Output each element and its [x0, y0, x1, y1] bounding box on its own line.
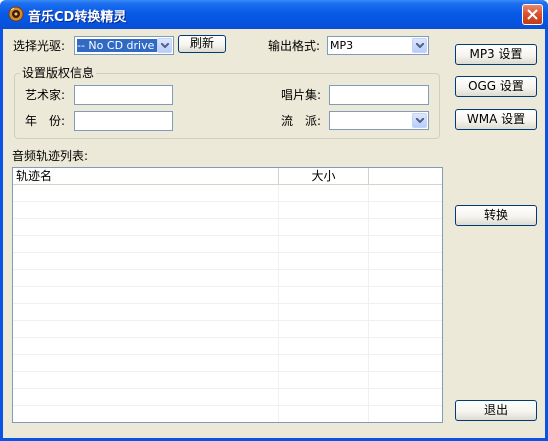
format-select[interactable]: MP3	[327, 36, 429, 55]
app-window: 音乐CD转换精灵 选择光驱: -- No CD drive -- 刷新 输出格式…	[0, 0, 548, 441]
format-dropdown-button[interactable]	[412, 38, 427, 53]
track-list-body[interactable]	[13, 185, 442, 422]
drive-select-value: -- No CD drive --	[77, 37, 157, 54]
close-icon	[527, 9, 538, 20]
row-gridline	[13, 320, 442, 321]
row-gridline	[13, 405, 442, 406]
artist-input[interactable]	[74, 85, 173, 105]
row-gridline	[13, 337, 442, 338]
year-input[interactable]	[74, 111, 173, 131]
ogg-settings-button[interactable]: OGG 设置	[455, 76, 537, 97]
close-button[interactable]	[522, 4, 543, 25]
row-gridline	[13, 388, 442, 389]
genre-label: 流 派:	[281, 114, 322, 128]
wma-settings-button[interactable]: WMA 设置	[455, 109, 537, 130]
track-list-header: 轨迹名 大小	[13, 168, 442, 185]
format-label: 输出格式:	[268, 39, 321, 53]
drive-select[interactable]: -- No CD drive --	[74, 36, 174, 55]
track-list-label: 音频轨迹列表:	[12, 149, 89, 163]
row-gridline	[13, 371, 442, 372]
track-list[interactable]: 轨迹名 大小	[12, 167, 443, 423]
chevron-down-icon	[416, 43, 424, 48]
drive-dropdown-button[interactable]	[157, 38, 172, 53]
chevron-down-icon	[161, 43, 169, 48]
album-input[interactable]	[329, 85, 429, 105]
exit-button[interactable]: 退出	[455, 400, 537, 421]
column-header-track-name[interactable]: 轨迹名	[13, 168, 279, 185]
row-gridline	[13, 303, 442, 304]
artist-label: 艺术家:	[25, 88, 66, 102]
title-bar[interactable]: 音乐CD转换精灵	[0, 0, 548, 29]
drive-label: 选择光驱:	[13, 39, 66, 53]
mp3-settings-button[interactable]: MP3 设置	[455, 44, 537, 65]
convert-button[interactable]: 转换	[455, 205, 537, 226]
format-select-value: MP3	[330, 39, 354, 52]
genre-select[interactable]	[329, 111, 429, 130]
column-header-size[interactable]: 大小	[279, 168, 369, 185]
client-area: 选择光驱: -- No CD drive -- 刷新 输出格式: MP3 设置版…	[3, 29, 545, 438]
row-gridline	[13, 252, 442, 253]
genre-dropdown-button[interactable]	[412, 113, 427, 128]
window-title: 音乐CD转换精灵	[28, 10, 127, 25]
row-gridline	[13, 286, 442, 287]
year-label: 年 份:	[25, 114, 66, 128]
row-gridline	[13, 354, 442, 355]
music-cd-icon	[8, 6, 24, 22]
row-gridline	[13, 269, 442, 270]
chevron-down-icon	[416, 118, 424, 123]
row-gridline	[13, 201, 442, 202]
row-gridline	[13, 235, 442, 236]
album-label: 唱片集:	[281, 88, 322, 102]
refresh-button[interactable]: 刷新	[178, 35, 226, 53]
column-header-extra[interactable]	[369, 168, 442, 185]
row-gridline	[13, 218, 442, 219]
copyright-group-label: 设置版权信息	[20, 66, 97, 80]
